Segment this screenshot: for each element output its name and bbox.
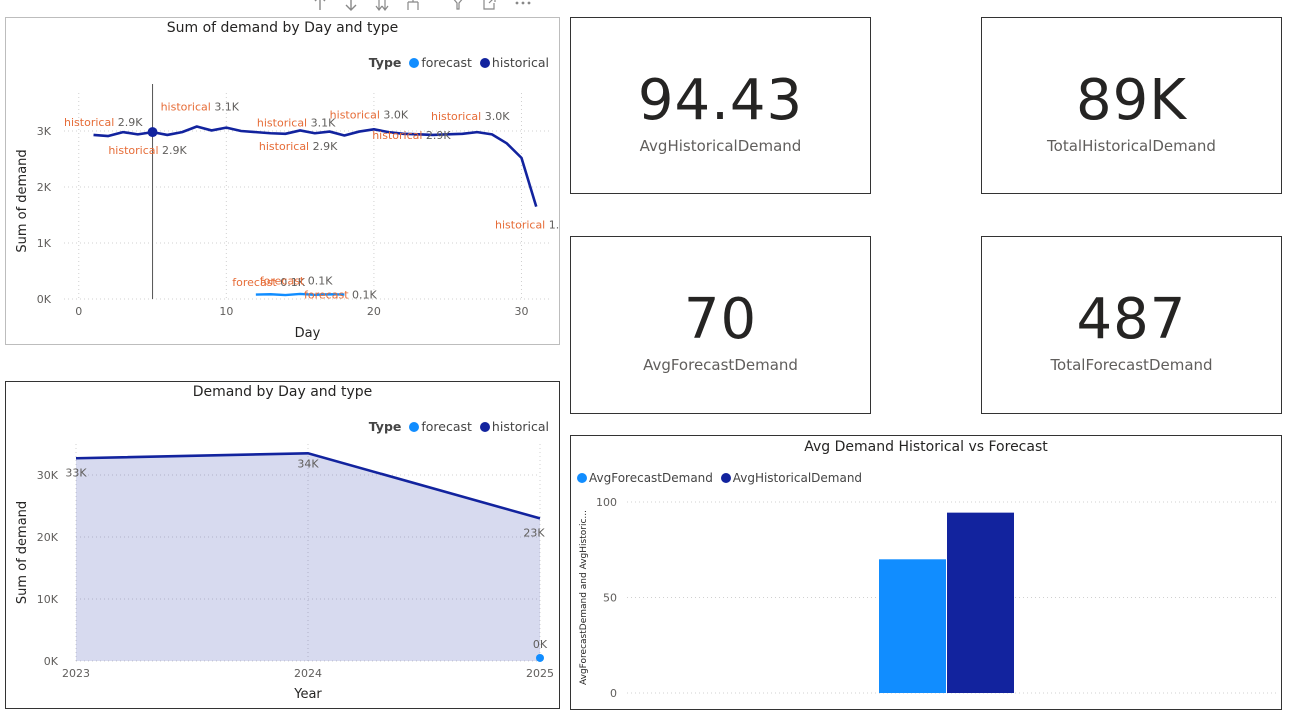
card-total-historical[interactable]: 89K TotalHistoricalDemand [981,17,1282,194]
x-axis-title: Year [293,687,322,702]
card-value: 487 [1076,287,1187,352]
y-axis-title: Sum of demand [15,149,30,252]
filter-icon[interactable] [450,0,466,12]
card-label: TotalForecastDemand [1050,356,1213,374]
data-label: historical 2.9K [259,140,338,153]
data-label: historical 2.9K [372,129,451,142]
data-label: historical 3.1K [257,116,336,129]
x-tick-label: 10 [219,305,233,318]
data-label: 23K [523,526,545,539]
y-tick-label: 2K [37,181,52,194]
double-arrow-down-icon[interactable] [374,0,390,12]
y-tick-label: 50 [603,592,617,605]
arrow-down-icon[interactable] [343,0,359,12]
card-label: AvgForecastDemand [643,356,798,374]
x-tick-label: 2023 [62,667,90,680]
y-axis-title: AvgForecastDemand and AvgHistoric... [579,510,589,685]
card-value: 70 [683,287,758,352]
x-tick-label: 30 [514,305,528,318]
x-tick-label: 0 [75,305,82,318]
arrow-up-icon[interactable] [312,0,328,12]
area-chart-plot[interactable]: 0K 10K 20K 30K 2023 2024 2025 Year Sum of demand… [6,382,559,708]
data-label: 34K [297,457,319,470]
y-tick-label: 0K [37,293,52,306]
y-tick-label: 3K [37,125,52,138]
card-total-forecast[interactable]: 487 TotalForecastDemand [981,236,1282,414]
card-value: 94.43 [637,68,804,133]
expand-hierarchy-icon[interactable] [405,0,421,12]
focus-mode-icon[interactable] [481,0,497,12]
data-label: forecast 0.1K [260,275,333,288]
card-avg-forecast[interactable]: 70 AvgForecastDemand [570,236,871,414]
card-label: TotalHistoricalDemand [1047,137,1216,155]
data-label: historical 2.9K [108,144,187,157]
y-tick-label: 10K [37,593,59,606]
bar-chart-visual[interactable]: Avg Demand Historical vs Forecast AvgFor… [570,435,1282,710]
series-line-historical [93,125,538,207]
bar-AvgForecastDemand [879,559,946,693]
card-avg-historical[interactable]: 94.43 AvgHistoricalDemand [570,17,871,194]
y-tick-label: 30K [37,469,59,482]
data-label: historical 3.0K [431,110,510,123]
bar-chart-plot[interactable]: 0 50 100 AvgForecastDemand and AvgHistoric.… [571,436,1281,709]
data-label: historical 1.7K [495,219,559,232]
data-label: 33K [65,466,87,479]
y-tick-label: 1K [37,237,52,250]
highlight-point [147,127,158,138]
line-chart-visual[interactable]: Sum of demand by Day and type Type forec… [5,17,560,345]
data-label: historical 3.1K [161,101,240,114]
data-label: historical 3.0K [330,108,409,121]
x-tick-label: 2025 [526,667,554,680]
x-axis-title: Day [295,326,321,341]
line-chart-plot[interactable]: 0K 1K 2K 3K 0 10 20 30 Day Sum of demand historica… [6,18,559,344]
bar-AvgHistoricalDemand [947,512,1014,693]
area-chart-visual[interactable]: Demand by Day and type Type forecast his… [5,381,560,709]
series-area-historical [76,453,540,661]
data-label: historical 2.9K [64,116,143,129]
data-label: forecast 0.1K [304,289,377,302]
x-tick-label: 2024 [294,667,322,680]
y-tick-label: 100 [596,496,617,509]
more-options-icon[interactable] [513,0,533,12]
visual-header-toolbar [312,0,543,14]
card-value: 89K [1076,68,1187,133]
y-tick-label: 0K [44,655,59,668]
y-tick-label: 20K [37,531,59,544]
x-tick-label: 20 [367,305,381,318]
data-label: 0K [533,638,548,651]
forecast-point [536,653,544,662]
y-tick-label: 0 [610,687,617,700]
y-axis-title: Sum of demand [15,501,30,604]
card-label: AvgHistoricalDemand [639,137,802,155]
